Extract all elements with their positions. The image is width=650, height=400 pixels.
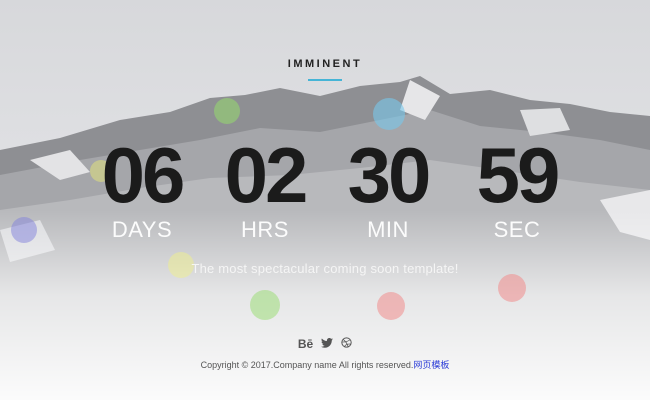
countdown-label: DAYS [111, 217, 173, 242]
decor-bubble [377, 292, 405, 320]
countdown-value: 30 [347, 131, 432, 219]
countdown-minutes: 30 MIN [328, 130, 448, 242]
brand-underline [308, 79, 342, 81]
countdown-value: 06 [101, 131, 186, 219]
countdown-days: 06 DAYS [82, 130, 202, 242]
decor-bubble [373, 98, 405, 130]
countdown: 06 DAYS 02 HRS 30 MIN 59 SEC [0, 130, 650, 250]
copyright-text: Copyright © 2017.Company name All rights… [200, 360, 414, 370]
social-links: Bē [0, 337, 650, 351]
tagline: The most spectacular coming soon templat… [191, 261, 459, 276]
countdown-seconds: 59 SEC [457, 130, 577, 242]
countdown-label: HRS [241, 217, 289, 242]
footer: Copyright © 2017.Company name All rights… [0, 358, 650, 371]
countdown-label: SEC [493, 217, 541, 242]
dribbble-icon[interactable] [341, 337, 352, 351]
decor-bubble [250, 290, 280, 320]
behance-icon[interactable]: Bē [298, 337, 313, 351]
countdown-hours: 02 HRS [205, 130, 325, 242]
twitter-icon[interactable] [321, 337, 334, 351]
countdown-value: 59 [476, 131, 561, 219]
brand-title: IMMINENT [287, 58, 363, 70]
countdown-value: 02 [224, 131, 309, 219]
decor-bubble [498, 274, 526, 302]
countdown-label: MIN [367, 217, 409, 242]
decor-bubble [214, 98, 240, 124]
template-link[interactable]: 网页模板 [413, 360, 449, 370]
